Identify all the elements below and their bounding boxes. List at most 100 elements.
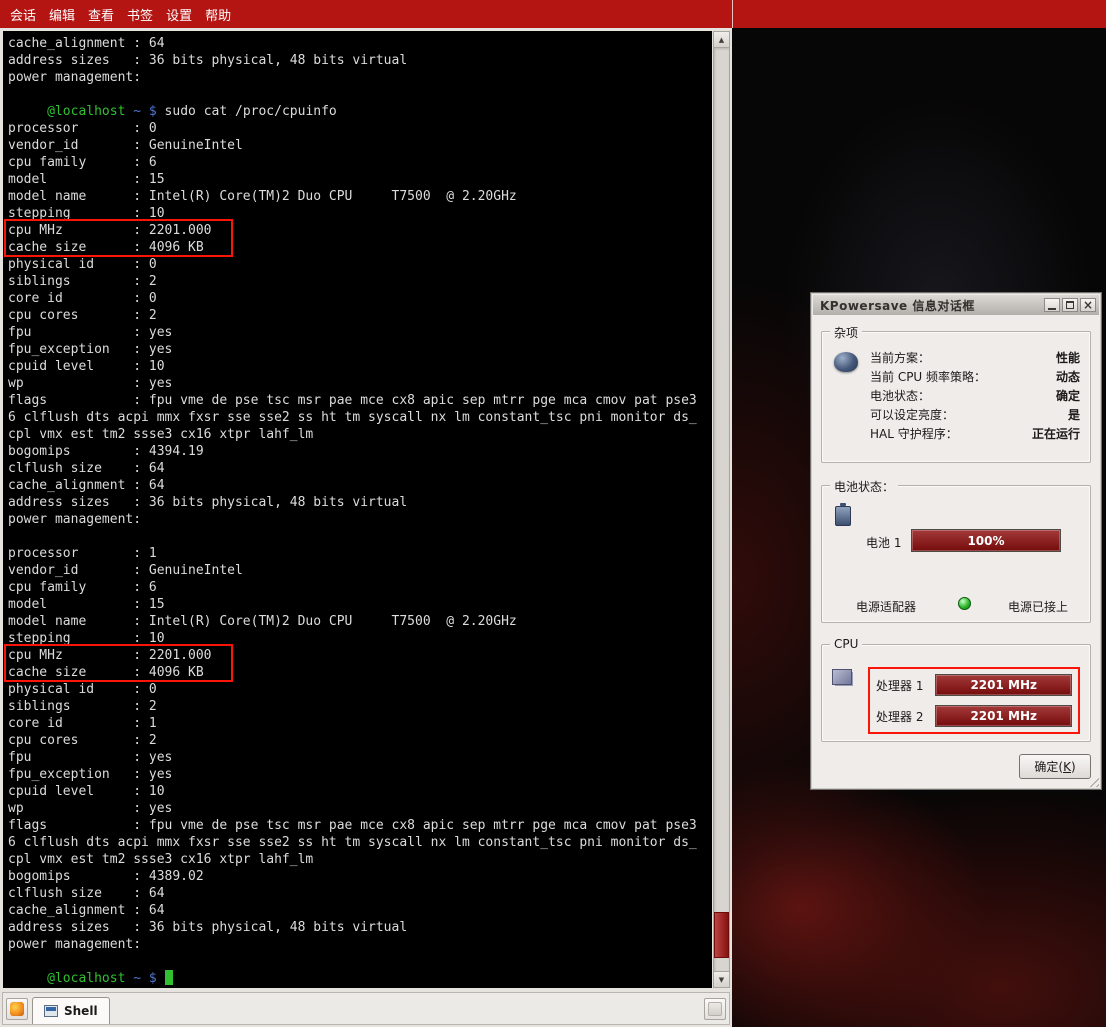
dialog-titlebar[interactable]: KPowersave 信息对话框 × — [813, 295, 1099, 315]
terminal-icon — [44, 1005, 58, 1017]
terminal-line: wp : yes — [8, 800, 712, 817]
cpu-frequency-value: 2201 MHz — [970, 678, 1037, 692]
terminal-prompt-line: @localhost ~ $ sudo cat /proc/cpuinfo — [8, 103, 712, 120]
cpu-row-label: 处理器 1 — [876, 677, 927, 694]
session-list-button[interactable] — [704, 998, 726, 1020]
highlight-box-cpu: 处理器 12201 MHz处理器 22201 MHz — [868, 667, 1080, 734]
terminal-line: stepping : 10 — [8, 630, 712, 647]
group-battery: 电池状态： 电池 1 100% 电源适配器 电源已接上 — [821, 485, 1091, 623]
new-session-button[interactable] — [6, 998, 28, 1020]
terminal-line: cache_alignment : 64 — [8, 35, 712, 52]
menu-item-bookmarks[interactable]: 书签 — [127, 5, 153, 24]
terminal-line: clflush size : 64 — [8, 460, 712, 477]
terminal-line: cache_alignment : 64 — [8, 477, 712, 494]
terminal-line: model name : Intel(R) Core(TM)2 Duo CPU … — [8, 188, 712, 205]
terminal-line: physical id : 0 — [8, 256, 712, 273]
dialog-body: 杂项 当前方案：性能当前 CPU 频率策略：动态电池状态：确定可以设定亮度：是H… — [811, 317, 1101, 779]
battery-icon — [835, 506, 851, 526]
terminal-line: vendor_id : GenuineIntel — [8, 562, 712, 579]
terminal-line: bogomips : 4389.02 — [8, 868, 712, 885]
cpu-frequency-bar: 2201 MHz — [935, 705, 1072, 727]
terminal-line: address sizes : 36 bits physical, 48 bit… — [8, 494, 712, 511]
terminal-line: fpu : yes — [8, 324, 712, 341]
terminal-line: model : 15 — [8, 596, 712, 613]
terminal-line: cpl vmx est tm2 ssse3 cx16 xtpr lahf_lm — [8, 426, 712, 443]
terminal-line: bogomips : 4394.19 — [8, 443, 712, 460]
scroll-up-button[interactable]: ▲ — [714, 32, 729, 48]
terminal-line: power management: — [8, 511, 712, 528]
menu-item-session[interactable]: 会话 — [10, 5, 36, 24]
misc-row-label: HAL 守护程序： — [870, 426, 958, 442]
menu-item-settings[interactable]: 设置 — [166, 5, 192, 24]
maximize-icon — [1066, 301, 1074, 309]
misc-row: 可以设定亮度：是 — [870, 407, 1080, 423]
ok-button[interactable]: 确定(K) — [1019, 754, 1091, 779]
arrow-up-icon: ▲ — [719, 36, 724, 44]
terminal-line: power management: — [8, 69, 712, 86]
terminal-line: clflush size : 64 — [8, 885, 712, 902]
cpu-row-2: 处理器 22201 MHz — [876, 705, 1072, 727]
scrollbar-thumb[interactable] — [714, 912, 729, 958]
menu-item-edit[interactable]: 编辑 — [49, 5, 75, 24]
terminal-line: model : 15 — [8, 171, 712, 188]
terminal-line: vendor_id : GenuineIntel — [8, 137, 712, 154]
terminal-line: cpu family : 6 — [8, 154, 712, 171]
menu-item-help[interactable]: 帮助 — [205, 5, 231, 24]
terminal-line: 6 clflush dts acpi mmx fxsr sse sse2 ss … — [8, 834, 712, 851]
terminal-screen[interactable]: cache_alignment : 64address sizes : 36 b… — [3, 31, 712, 988]
redacted-username — [8, 104, 47, 119]
misc-row-value: 性能 — [1056, 350, 1080, 366]
minimize-button[interactable] — [1044, 298, 1060, 312]
redacted-username — [8, 971, 47, 986]
tab-shell[interactable]: Shell — [32, 997, 110, 1024]
terminal-line: cpu MHz : 2201.000 — [8, 647, 712, 664]
scroll-down-button[interactable]: ▼ — [714, 971, 729, 987]
group-misc: 杂项 当前方案：性能当前 CPU 频率策略：动态电池状态：确定可以设定亮度：是H… — [821, 331, 1091, 463]
terminal-line: cpu family : 6 — [8, 579, 712, 596]
terminal-line: core id : 0 — [8, 290, 712, 307]
terminal-line: physical id : 0 — [8, 681, 712, 698]
terminal-line: wp : yes — [8, 375, 712, 392]
misc-row: 当前方案：性能 — [870, 350, 1080, 366]
terminal-line — [8, 953, 712, 970]
battery-value: 100% — [967, 534, 1004, 548]
maximize-button[interactable] — [1062, 298, 1078, 312]
misc-row-value: 正在运行 — [1032, 426, 1080, 442]
misc-row-label: 当前 CPU 频率策略： — [870, 369, 986, 385]
terminal-line: address sizes : 36 bits physical, 48 bit… — [8, 919, 712, 936]
terminal-line: 6 clflush dts acpi mmx fxsr sse sse2 ss … — [8, 409, 712, 426]
terminal-line: siblings : 2 — [8, 698, 712, 715]
battery-progressbar: 100% — [911, 529, 1061, 552]
arrow-down-icon: ▼ — [719, 976, 724, 984]
kpowersave-dialog: KPowersave 信息对话框 × 杂项 当前方案：性能当前 CPU 频率策略… — [810, 292, 1102, 790]
group-cpu: CPU 处理器 12201 MHz处理器 22201 MHz — [821, 644, 1091, 742]
tab-bar: Shell — [2, 992, 730, 1025]
terminal-area: cache_alignment : 64address sizes : 36 b… — [0, 28, 732, 990]
scrollbar-track[interactable] — [714, 48, 729, 971]
terminal-line: fpu : yes — [8, 749, 712, 766]
background-window-titlebar — [732, 0, 1106, 28]
misc-row-value: 动态 — [1056, 369, 1080, 385]
terminal-line: cpu cores : 2 — [8, 307, 712, 324]
terminal-line: processor : 1 — [8, 545, 712, 562]
terminal-line: cpu cores : 2 — [8, 732, 712, 749]
close-icon: × — [1083, 299, 1093, 311]
terminal-scrollbar[interactable]: ▲ ▼ — [713, 31, 730, 988]
close-button[interactable]: × — [1080, 298, 1096, 312]
terminal-line: cpl vmx est tm2 ssse3 cx16 xtpr lahf_lm — [8, 851, 712, 868]
terminal-line: fpu_exception : yes — [8, 766, 712, 783]
misc-row-label: 电池状态： — [870, 388, 930, 404]
terminal-line: processor : 0 — [8, 120, 712, 137]
prompt-user: @localhost — [47, 971, 125, 986]
cpu-row-1: 处理器 1 2201 MHz — [876, 674, 1072, 696]
misc-row: HAL 守护程序： 正在运行 — [870, 426, 1080, 442]
terminal-line: stepping : 10 — [8, 205, 712, 222]
terminal-window: 会话编辑查看书签设置帮助 cache_alignment : 64address… — [0, 0, 732, 1027]
terminal-line: cache_alignment : 64 — [8, 902, 712, 919]
terminal-line: fpu_exception : yes — [8, 341, 712, 358]
prompt-command: sudo cat /proc/cpuinfo — [157, 104, 337, 119]
menu-item-view[interactable]: 查看 — [88, 5, 114, 24]
menu-bar: 会话编辑查看书签设置帮助 — [0, 0, 732, 28]
cpu-icon — [832, 669, 852, 685]
group-misc-label: 杂项 — [830, 324, 862, 341]
